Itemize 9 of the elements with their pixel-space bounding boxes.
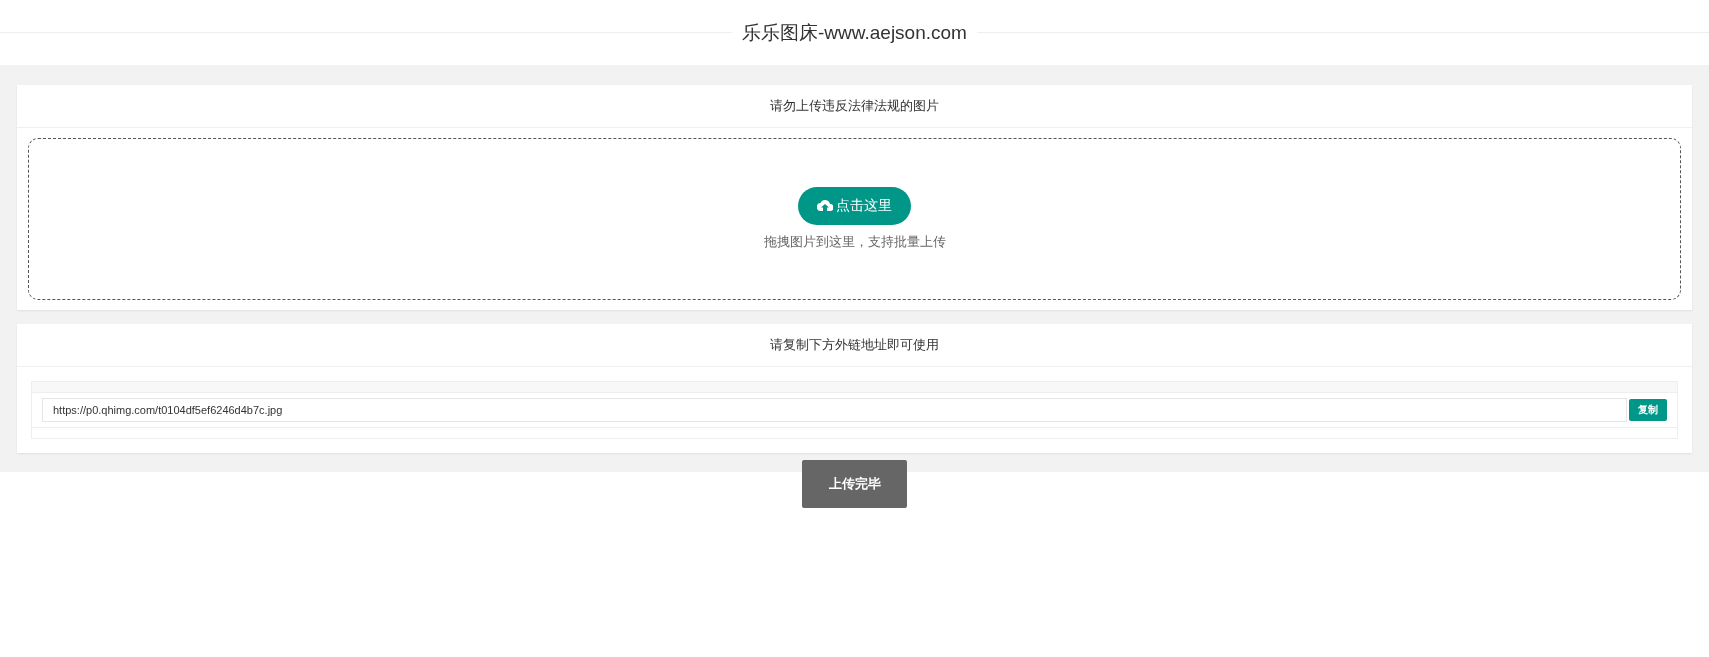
notice-text: 请勿上传违反法律法规的图片: [770, 97, 939, 115]
cloud-upload-icon: [817, 199, 833, 213]
drop-hint: 拖拽图片到这里，支持批量上传: [763, 233, 946, 251]
upload-button[interactable]: 点击这里: [798, 187, 911, 225]
drop-zone[interactable]: 点击这里 拖拽图片到这里，支持批量上传: [28, 138, 1681, 300]
url-field[interactable]: https://p0.qhimg.com/t0104df5ef6246d4b7c.jpg: [42, 398, 1627, 422]
links-title: 请复制下方外链地址即可使用: [770, 336, 939, 354]
done-button[interactable]: 上传完毕: [802, 460, 907, 508]
copy-button[interactable]: 复制: [1629, 399, 1667, 421]
